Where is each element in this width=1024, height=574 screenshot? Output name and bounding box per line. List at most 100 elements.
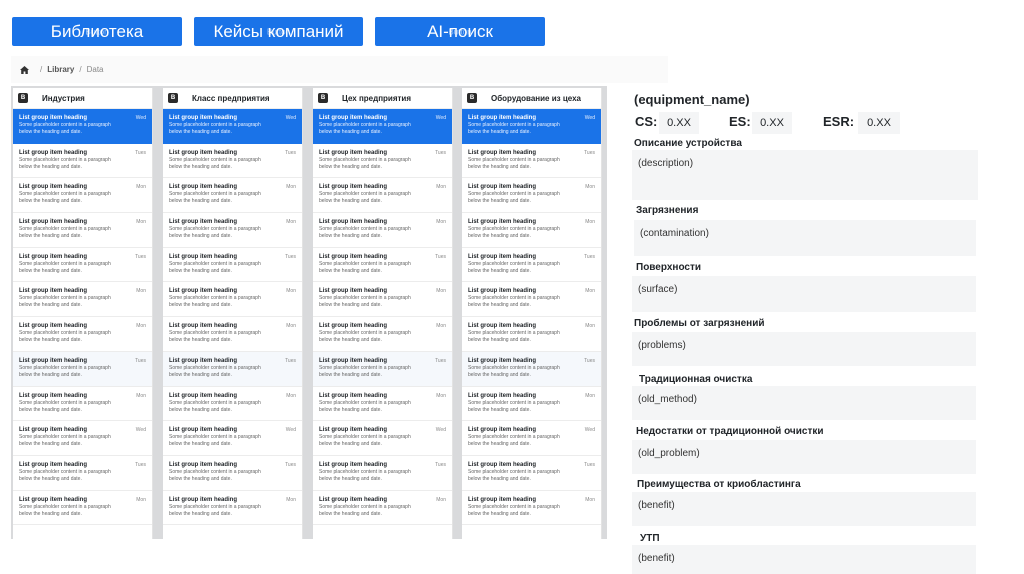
list-item[interactable]: List group item heading Tues Some placehol… [313,144,452,179]
list-item-heading: List group item heading [468,427,537,434]
company-cases-button[interactable]: Button Кейсы компаний [194,17,363,46]
list-item[interactable]: List group item heading Tues Some placehol… [163,351,302,387]
breadcrumb-library[interactable]: Library [47,65,74,74]
list-item-heading: List group item heading [468,149,537,156]
list-item[interactable]: List group item heading Mon Some placehold… [13,491,152,526]
list-item-text: Some placeholder content in a paragraph … [19,503,111,517]
ai-search-button-label: AI-поиск [427,21,493,41]
list-item[interactable]: List group item heading Mon Some placehold… [13,178,152,214]
list-item-heading: List group item heading [319,496,388,503]
list-item[interactable]: List group item heading Mon Some placehold… [462,387,601,422]
list-item[interactable]: List group item heading Mon Some placehold… [462,178,601,214]
list-item[interactable]: List group item heading Wed Some placehold… [163,421,302,456]
list-item[interactable]: List group item heading Tues Some placehol… [163,144,302,179]
section-value-benefit: (benefit) [632,492,976,526]
list-item-date: Tues [435,253,446,260]
list-item-text: Some placeholder content in a paragraph … [468,399,560,413]
list-item-date: Tues [135,149,146,156]
esr-value: 0.XX [858,112,900,134]
list-item[interactable]: List group item heading Mon Some placehold… [313,282,452,318]
list-item[interactable]: List group item heading Tues Some placehol… [462,456,601,491]
list-item[interactable]: List group item heading Mon Some placehold… [313,178,452,214]
column-enterprise-class: B Класс предприятия List group item head… [163,88,303,539]
list-item-heading: List group item heading [169,184,238,191]
list-item-text: Some placeholder content in a paragraph … [319,364,411,378]
bootstrap-icon: B [467,93,477,103]
list-item[interactable]: List group item heading Mon Some placehold… [13,387,152,422]
list-item[interactable]: List group item heading Mon Some placehold… [163,282,302,318]
list-item-date: Tues [584,357,595,364]
list-item[interactable]: List group item heading Mon Some placehold… [462,213,601,248]
list-item[interactable]: List group item heading Mon Some placehold… [13,317,152,352]
list-item[interactable]: List group item heading Mon Some placehold… [313,317,452,352]
list-item[interactable]: List group item heading Wed Some placehold… [462,109,601,144]
column-title: Класс предприятия [192,93,270,103]
detail-panel: (equipment_name) CS: 0.XX ES: 0.XX ESR: … [630,86,990,574]
list-item[interactable]: List group item heading Tues Some placehol… [13,248,152,283]
list-item-date: Tues [135,253,146,260]
list-item[interactable]: List group item heading Mon Some placehold… [462,317,601,352]
list-item[interactable]: List group item heading Tues Some placehol… [313,456,452,491]
list-item[interactable]: List group item heading Tues Some placehol… [13,144,152,179]
ai-search-button[interactable]: Button AI-поиск [375,17,545,46]
list-item[interactable]: List group item heading Tues Some placehol… [313,248,452,283]
home-icon[interactable] [20,65,29,74]
column-header: B Оборудование из цеха [462,88,601,109]
list-item[interactable]: List group item heading Tues Some placehol… [163,248,302,283]
es-label: ES: [729,114,751,129]
list-group: List group item heading Wed Some placehold… [313,109,452,526]
list-item[interactable]: List group item heading Tues Some placehol… [13,456,152,491]
list-item[interactable]: List group item heading Mon Some placehold… [13,213,152,248]
list-item-date: Mon [136,323,146,330]
list-item[interactable]: List group item heading Mon Some placehold… [163,387,302,422]
breadcrumb-data: Data [86,65,104,74]
list-item[interactable]: List group item heading Mon Some placehold… [313,491,452,526]
column-workshop: B Цех предприятия List group item headin… [313,88,453,539]
list-item[interactable]: List group item heading Tues Some placehol… [462,248,601,283]
list-item-date: Mon [585,288,595,295]
list-item[interactable]: List group item heading Wed Some placehold… [13,421,152,456]
list-item-text: Some placeholder content in a paragraph … [319,122,411,135]
list-item[interactable]: List group item heading Tues Some placehol… [462,144,601,179]
list-item[interactable]: List group item heading Mon Some placehold… [163,317,302,352]
list-item-heading: List group item heading [19,323,88,330]
list-item[interactable]: List group item heading Wed Some placehold… [313,109,452,144]
list-item[interactable]: List group item heading Wed Some placehold… [313,421,452,456]
list-item-heading: List group item heading [319,392,388,399]
library-button[interactable]: Button Библиотека [12,17,182,46]
list-item[interactable]: List group item heading Wed Some placehold… [13,109,152,144]
column-industry: B Индустрия List group item heading Wed So… [13,88,153,539]
list-item[interactable]: List group item heading Mon Some placehold… [462,282,601,318]
list-item[interactable]: List group item heading Mon Some placehold… [163,213,302,248]
list-item-heading: List group item heading [169,427,238,434]
column-title: Индустрия [42,93,85,103]
list-item[interactable]: List group item heading Tues Some placehol… [313,351,452,387]
list-item-text: Some placeholder content in a paragraph … [169,226,261,240]
list-item-heading: List group item heading [468,392,537,399]
list-group: List group item heading Wed Some placehold… [13,109,152,526]
list-item-text: Some placeholder content in a paragraph … [319,330,411,344]
list-item[interactable]: List group item heading Mon Some placehold… [13,282,152,318]
list-item[interactable]: List group item heading Mon Some placehold… [313,213,452,248]
list-item[interactable]: List group item heading Wed Some placehold… [462,421,601,456]
list-item-heading: List group item heading [319,115,388,121]
list-item[interactable]: List group item heading Tues Some placehol… [13,351,152,387]
list-item[interactable]: List group item heading Mon Some placehold… [313,387,452,422]
list-item[interactable]: List group item heading Tues Some placehol… [462,351,601,387]
list-item-date: Mon [436,323,446,330]
list-item[interactable]: List group item heading Mon Some placehold… [163,178,302,214]
list-item-text: Some placeholder content in a paragraph … [169,399,261,413]
list-item-text: Some placeholder content in a paragraph … [319,226,411,240]
list-item[interactable]: List group item heading Wed Some placehold… [163,109,302,144]
list-item[interactable]: List group item heading Tues Some placehol… [163,456,302,491]
equipment-name: (equipment_name) [634,92,750,107]
list-item-date: Mon [585,184,595,191]
bootstrap-icon: B [168,93,178,103]
list-item-heading: List group item heading [19,392,88,399]
list-item[interactable]: List group item heading Mon Some placehold… [462,491,601,526]
list-item-text: Some placeholder content in a paragraph … [19,399,111,413]
list-item-text: Some placeholder content in a paragraph … [19,260,111,274]
section-value-usp: (benefit) [632,545,976,574]
list-item[interactable]: List group item heading Mon Some placehold… [163,491,302,526]
list-item-heading: List group item heading [468,461,537,468]
